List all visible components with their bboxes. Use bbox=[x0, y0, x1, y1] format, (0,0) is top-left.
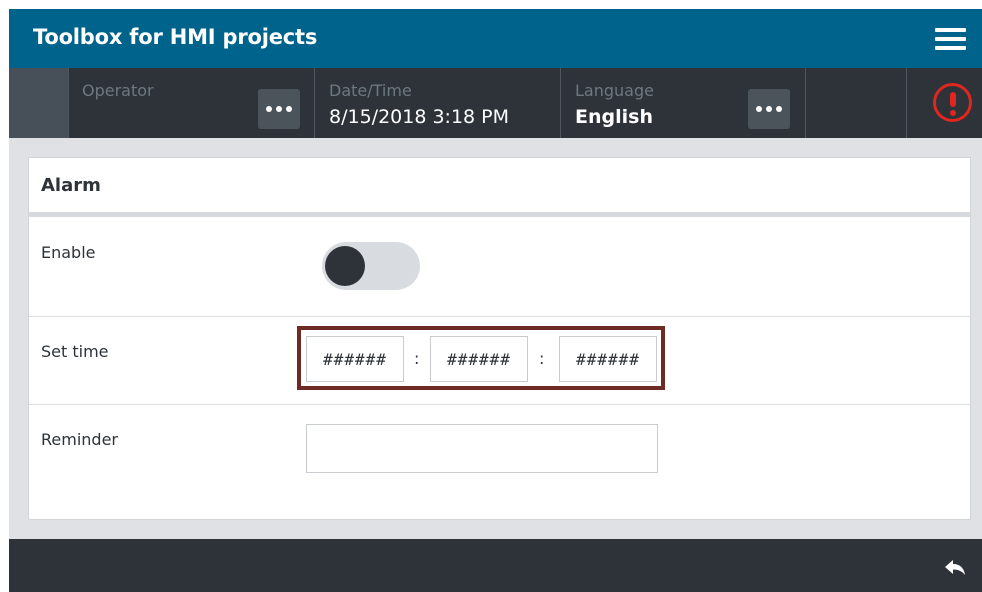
page-title: Toolbox for HMI projects bbox=[33, 25, 318, 49]
row-divider bbox=[29, 316, 970, 317]
enable-toggle[interactable] bbox=[322, 242, 420, 290]
toggle-knob bbox=[325, 246, 365, 286]
exclamation-circle-icon[interactable] bbox=[933, 83, 972, 122]
status-divider bbox=[805, 68, 806, 138]
status-divider bbox=[314, 68, 315, 138]
row-divider bbox=[29, 404, 970, 405]
operator-more-button[interactable] bbox=[258, 89, 300, 129]
language-more-button[interactable] bbox=[748, 89, 790, 129]
alarm-panel: Alarm Enable Set time ###### : ###### : … bbox=[28, 157, 971, 520]
language-label: Language bbox=[575, 81, 654, 100]
hmi-screen: Toolbox for HMI projects Operator Date/T… bbox=[9, 9, 982, 592]
back-arrow-icon[interactable] bbox=[942, 555, 968, 581]
title-bar: Toolbox for HMI projects bbox=[9, 9, 982, 68]
minutes-field[interactable]: ###### bbox=[430, 336, 528, 382]
set-time-label: Set time bbox=[41, 342, 109, 361]
reminder-label: Reminder bbox=[41, 430, 118, 449]
time-separator: : bbox=[414, 349, 420, 368]
datetime-label: Date/Time bbox=[329, 81, 412, 100]
set-time-group: ###### : ###### : ###### bbox=[297, 326, 665, 390]
enable-label: Enable bbox=[41, 243, 96, 262]
status-accent bbox=[9, 68, 68, 138]
status-bar: Operator Date/Time 8/15/2018 3:18 PM Lan… bbox=[9, 68, 982, 138]
panel-separator bbox=[29, 212, 970, 217]
status-divider bbox=[68, 68, 69, 138]
hours-field[interactable]: ###### bbox=[306, 336, 404, 382]
status-divider bbox=[906, 68, 907, 138]
status-divider bbox=[560, 68, 561, 138]
bottom-bar bbox=[9, 539, 982, 592]
panel-title: Alarm bbox=[41, 175, 101, 196]
hamburger-menu-icon[interactable] bbox=[935, 27, 966, 51]
language-value: English bbox=[575, 106, 653, 128]
reminder-input[interactable] bbox=[306, 424, 658, 473]
datetime-value: 8/15/2018 3:18 PM bbox=[329, 106, 510, 128]
time-separator: : bbox=[539, 349, 545, 368]
operator-label: Operator bbox=[82, 81, 154, 100]
seconds-field[interactable]: ###### bbox=[559, 336, 657, 382]
